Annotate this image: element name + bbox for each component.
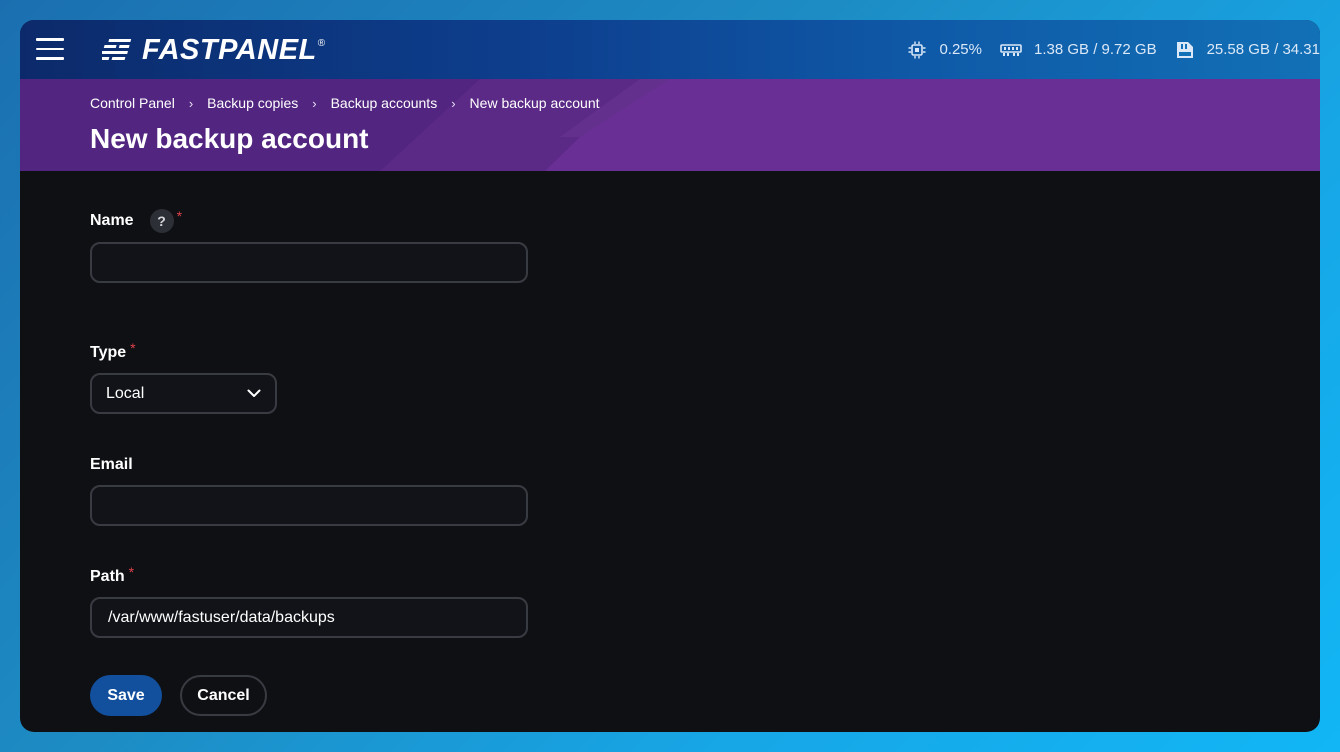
cpu-usage: 0.25% (939, 41, 982, 58)
hamburger-icon[interactable] (36, 38, 64, 60)
top-bar: FASTPANEL ® 0.25% 1.38 GB / 9.72 GB 25.5… (20, 20, 1320, 79)
chevron-right-icon: › (312, 95, 317, 111)
disk-stat: 25.58 GB / 34.31 (1175, 41, 1320, 59)
path-label-row: Path * (90, 564, 134, 586)
breadcrumb-backup-accounts[interactable]: Backup accounts (331, 95, 438, 111)
logo[interactable]: FASTPANEL ® (102, 33, 325, 67)
email-input[interactable] (90, 485, 528, 526)
registered-mark: ® (317, 37, 326, 49)
memory-icon (1000, 43, 1022, 56)
name-input[interactable] (90, 242, 528, 283)
breadcrumb-backup-copies[interactable]: Backup copies (207, 95, 298, 111)
breadcrumb-current: New backup account (469, 95, 600, 111)
screenshot-frame: FASTPANEL ® 0.25% 1.38 GB / 9.72 GB 25.5… (0, 0, 1340, 752)
logo-text: FASTPANEL (142, 33, 317, 66)
ram-usage: 1.38 GB / 9.72 GB (1034, 41, 1157, 58)
page-title: New backup account (90, 123, 369, 154)
chevron-right-icon: › (188, 95, 194, 111)
disk-icon (1176, 41, 1193, 58)
email-label-row: Email (90, 456, 133, 474)
required-mark: * (176, 208, 183, 224)
cpu-stat: 0.25% (907, 40, 982, 60)
type-label-row: Type * (90, 340, 136, 362)
type-select[interactable]: Local (90, 373, 277, 414)
email-label: Email (90, 456, 133, 473)
name-label: Name (90, 212, 134, 229)
breadcrumb-control-panel[interactable]: Control Panel (90, 95, 175, 111)
ram-stat: 1.38 GB / 9.72 GB (1000, 41, 1157, 58)
path-label: Path (90, 568, 125, 585)
server-stats: 0.25% 1.38 GB / 9.72 GB 25.58 GB / 34.31 (889, 20, 1320, 79)
cpu-icon (908, 41, 926, 58)
path-input[interactable]: /var/www/fastuser/data/backups (90, 597, 528, 638)
chevron-right-icon: › (451, 95, 456, 111)
name-label-row: Name ? * (90, 208, 183, 233)
type-select-value: Local (106, 384, 145, 402)
logo-mark-icon (102, 39, 132, 60)
disk-usage: 25.58 GB / 34.31 (1206, 41, 1320, 58)
required-mark: * (128, 564, 135, 580)
breadcrumb: Control Panel › Backup copies › Backup a… (90, 95, 600, 111)
page-header: Control Panel › Backup copies › Backup a… (20, 79, 1320, 171)
save-button[interactable]: Save (90, 675, 162, 716)
app-window: FASTPANEL ® 0.25% 1.38 GB / 9.72 GB 25.5… (20, 20, 1320, 732)
help-icon[interactable]: ? (149, 209, 174, 233)
cancel-button[interactable]: Cancel (180, 675, 267, 716)
chevron-down-icon (247, 389, 261, 397)
required-mark: * (130, 340, 136, 356)
type-label: Type (90, 344, 127, 361)
